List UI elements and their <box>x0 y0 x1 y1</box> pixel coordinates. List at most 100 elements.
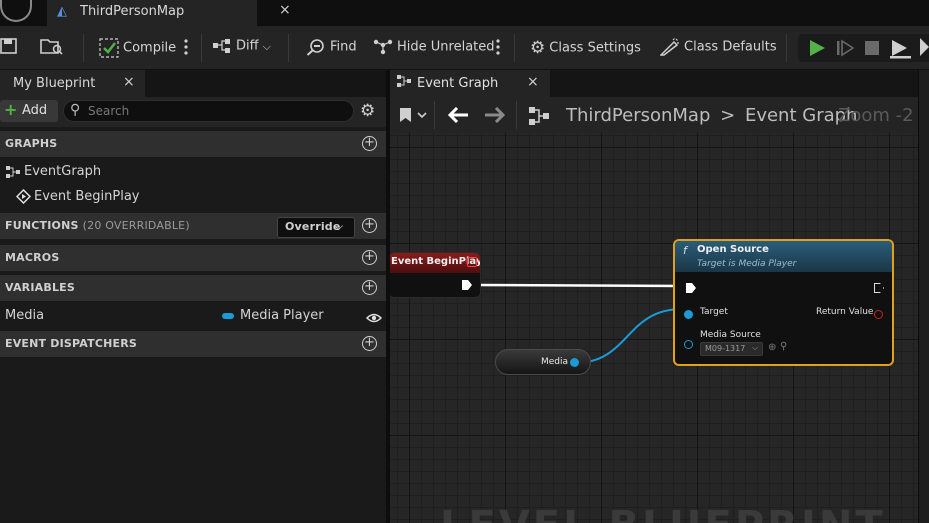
hide-unrelated-button[interactable]: Hide Unrelated <box>373 38 495 58</box>
compile-button[interactable]: Compile <box>99 38 176 58</box>
section-variables[interactable]: VARIABLES + <box>0 275 386 301</box>
graph-item-label: EventGraph <box>24 164 102 179</box>
hide-unrelated-label: Hide Unrelated <box>397 39 495 55</box>
my-blueprint-toolbar: + Add ⚲ ⚙ <box>0 97 386 127</box>
target-pin[interactable] <box>684 310 693 319</box>
object-out-pin[interactable] <box>570 358 579 367</box>
gear-icon[interactable]: ⚙ <box>360 101 375 121</box>
play-icon[interactable] <box>808 39 826 61</box>
graph-canvas[interactable]: LEVEL BLUEPRINT Event BeginPlay Media f … <box>390 133 918 523</box>
add-variable-icon[interactable]: + <box>362 280 377 295</box>
class-settings-button[interactable]: ⚙ Class Settings <box>530 38 641 58</box>
compile-icon <box>99 38 119 58</box>
section-event-dispatchers[interactable]: EVENT DISPATCHERS + <box>0 331 386 357</box>
exec-out-pin[interactable] <box>462 280 472 290</box>
override-dropdown[interactable]: Override ⌵ <box>277 217 355 238</box>
target-pin-label: Target <box>700 307 728 317</box>
back-arrow-icon[interactable] <box>447 106 469 127</box>
graph-item-eventgraph[interactable]: EventGraph <box>0 159 386 184</box>
diff-icon <box>213 39 230 53</box>
tab-my-blueprint-label: My Blueprint <box>13 76 96 91</box>
media-source-dropdown[interactable]: M09-1317 ⌵ <box>700 342 763 356</box>
stop-icon[interactable] <box>864 40 880 60</box>
step-icon[interactable] <box>836 39 855 61</box>
graph-icon <box>396 74 412 92</box>
add-macro-icon[interactable]: + <box>362 250 377 265</box>
graph-icon <box>528 106 550 130</box>
save-icon[interactable] <box>0 37 18 57</box>
event-icon <box>467 257 477 267</box>
compile-label: Compile <box>123 40 177 56</box>
browse-asset-icon[interactable]: ⚲ <box>780 341 787 352</box>
add-event-dispatcher-icon[interactable]: + <box>362 336 377 351</box>
title-bar: ◭ ThirdPersonMap × <box>0 0 929 26</box>
media-variable-node[interactable]: Media <box>495 349 591 375</box>
eject-icon[interactable] <box>890 39 912 63</box>
section-macros[interactable]: MACROS + <box>0 245 386 271</box>
variable-item-media[interactable]: Media Media Player <box>0 303 386 328</box>
override-label: Override <box>285 220 341 233</box>
use-selected-icon[interactable]: ⊕ <box>768 342 776 353</box>
section-functions[interactable]: FUNCTIONS (20 OVERRIDABLE) Override ⌵ + <box>0 213 386 239</box>
functions-overridable-count: (20 OVERRIDABLE) <box>82 219 190 232</box>
document-tab-label: ThirdPersonMap <box>80 4 185 19</box>
node-header: f Open Source Target is Media Player <box>675 241 892 272</box>
function-icon: f <box>683 244 687 257</box>
forward-arrow-icon[interactable] <box>484 106 506 127</box>
breadcrumb-item[interactable]: ThirdPersonMap <box>566 105 710 126</box>
unreal-logo-icon[interactable] <box>0 0 32 22</box>
add-button[interactable]: + Add <box>0 100 58 122</box>
compile-options-icon[interactable] <box>183 39 189 59</box>
media-source-value: M09-1317 <box>705 344 746 353</box>
platforms-icon[interactable] <box>918 36 929 62</box>
chevron-down-icon: ⌵ <box>752 343 759 352</box>
media-source-pin[interactable] <box>684 340 693 349</box>
event-graph-panel: Event Graph × ThirdPersonMap > Event Gra… <box>390 70 929 523</box>
search-input[interactable] <box>88 103 343 119</box>
exec-in-pin[interactable] <box>686 283 696 293</box>
class-defaults-label: Class Defaults <box>684 39 777 55</box>
return-value-pin[interactable] <box>874 310 883 319</box>
my-blueprint-panel: My Blueprint × + Add ⚲ ⚙ GRAPHS + EventG… <box>0 70 386 523</box>
event-beginplay-node[interactable]: Event BeginPlay <box>390 252 481 298</box>
close-icon[interactable]: × <box>279 2 291 18</box>
diff-label: Diff <box>236 38 259 54</box>
browse-icon[interactable] <box>40 37 64 57</box>
eye-icon[interactable] <box>365 309 383 328</box>
tab-event-graph-label: Event Graph <box>417 76 499 91</box>
add-graph-icon[interactable]: + <box>362 136 377 151</box>
tab-event-graph[interactable]: Event Graph × <box>390 70 550 97</box>
graph-icon <box>5 164 21 183</box>
section-graphs[interactable]: GRAPHS + <box>0 131 386 157</box>
chevron-down-icon: ⌵ <box>262 39 271 53</box>
zoom-level: Zoom -2 <box>838 105 914 126</box>
variable-name: Media <box>5 308 45 323</box>
find-options-icon[interactable] <box>495 39 501 59</box>
find-button[interactable]: Find <box>306 38 357 58</box>
details-panel-edge <box>918 70 929 523</box>
add-function-icon[interactable]: + <box>362 218 377 233</box>
graph-item-event-beginplay[interactable]: Event BeginPlay <box>0 184 386 209</box>
plus-icon: + <box>4 100 18 119</box>
class-settings-label: Class Settings <box>549 40 641 56</box>
class-defaults-button[interactable]: Class Defaults <box>660 38 777 58</box>
return-value-label: Return Value <box>816 307 874 317</box>
media-source-label: Media Source <box>700 330 761 340</box>
close-icon[interactable]: × <box>123 74 135 90</box>
close-icon[interactable]: × <box>527 74 539 90</box>
node-title: Media <box>541 357 569 367</box>
bookmark-icon[interactable] <box>398 106 428 128</box>
chevron-down-icon: ⌵ <box>334 219 344 233</box>
open-source-node[interactable]: f Open Source Target is Media Player Tar… <box>673 239 894 366</box>
add-label: Add <box>22 103 48 118</box>
diff-button[interactable]: Diff ⌵ <box>212 38 271 58</box>
gear-icon: ⚙ <box>530 38 546 58</box>
class-defaults-icon <box>660 38 679 56</box>
graph-item-label: Event BeginPlay <box>34 189 140 204</box>
main-toolbar: Compile Diff ⌵ Find Hide Unrelated ⚙ Class… <box>0 26 929 70</box>
event-icon <box>15 188 32 208</box>
variable-type-pill[interactable] <box>222 313 234 319</box>
document-tab-thirdpersonmap[interactable]: ◭ ThirdPersonMap × <box>47 0 291 26</box>
tab-my-blueprint[interactable]: My Blueprint × <box>0 70 145 97</box>
exec-out-pin[interactable] <box>874 283 884 293</box>
